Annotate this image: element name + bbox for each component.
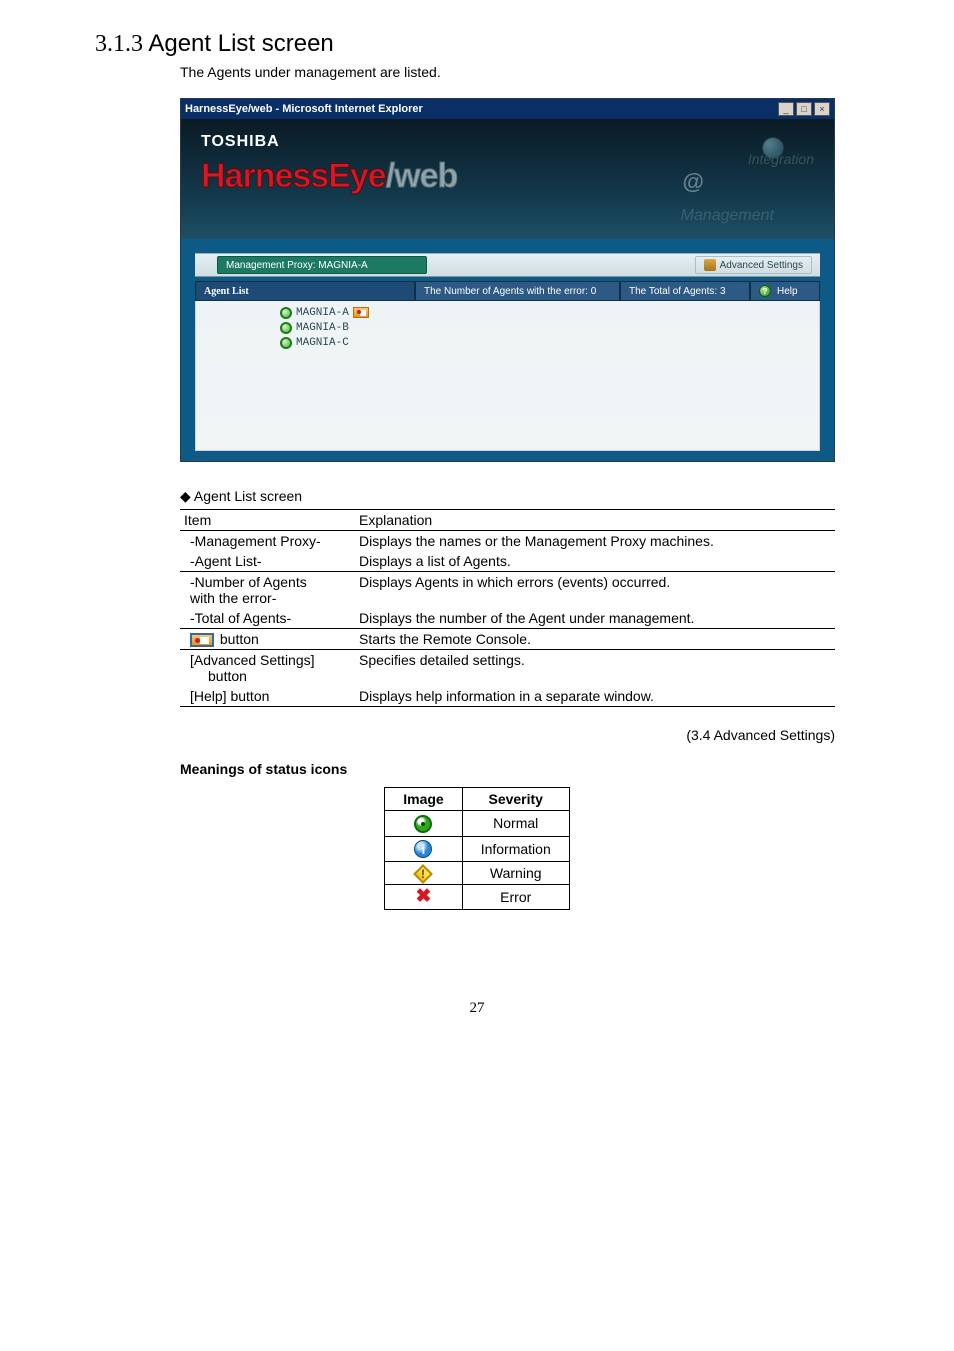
maximize-button[interactable]: □ <box>796 102 812 116</box>
severity-icon-cell <box>385 861 462 884</box>
page-number: 27 <box>95 1000 859 1017</box>
item-rc-button: button <box>180 629 355 650</box>
item-help-button: [Help] button <box>180 686 355 707</box>
severity-normal: Normal <box>462 811 569 836</box>
table-row: -Management Proxy- Displays the names or… <box>180 531 835 552</box>
agent-name: MAGNIA-B <box>296 322 349 334</box>
agent-list-title: Agent List <box>195 281 415 301</box>
status-icons-heading: Meanings of status icons <box>180 761 859 777</box>
table-row: Image Severity <box>385 788 570 811</box>
status-normal-icon <box>280 307 292 319</box>
product-logo-part2: /web <box>386 157 458 195</box>
exp-total-agents: Displays the number of the Agent under m… <box>355 608 835 629</box>
table-row: i Information <box>385 836 570 861</box>
table-row: button Starts the Remote Console. <box>180 629 835 650</box>
th-image: Image <box>385 788 462 811</box>
exp-agents-error: Displays Agents in which errors (events)… <box>355 572 835 609</box>
table-row: [Help] button Displays help information … <box>180 686 835 707</box>
hero-banner: TOSHIBA HarnessEye/web Integration @ Man… <box>181 119 834 239</box>
exp-rc-button: Starts the Remote Console. <box>355 629 835 650</box>
section-subtitle: The Agents under management are listed. <box>180 64 859 80</box>
agent-list-body: MAGNIA-A MAGNIA-B MAGNIA-C <box>195 301 820 451</box>
advanced-settings-label: Advanced Settings <box>720 260 803 271</box>
table-row: Warning <box>385 861 570 884</box>
table-row: ✖ Error <box>385 885 570 910</box>
minimize-button[interactable]: _ <box>778 102 794 116</box>
item-advanced-settings: [Advanced Settings]button <box>180 650 355 687</box>
section-heading: 3.1.3 Agent List screen <box>95 30 859 58</box>
th-item: Item <box>180 510 355 531</box>
th-severity: Severity <box>462 788 569 811</box>
table-row: Item Explanation <box>180 510 835 531</box>
section-number: 3.1.3 <box>95 31 143 57</box>
ie-body: TOSHIBA HarnessEye/web Integration @ Man… <box>181 119 834 451</box>
agent-error-count: The Number of Agents with the error: 0 <box>415 281 620 301</box>
agent-row[interactable]: MAGNIA-A <box>280 305 819 320</box>
status-error-icon: ✖ <box>414 888 432 906</box>
deco-text-1: Integration <box>748 151 814 167</box>
status-info-icon: i <box>414 840 432 858</box>
toolbar: Management Proxy: MAGNIA-A Advanced Sett… <box>195 253 820 277</box>
severity-table: Image Severity Normal i Information Warn… <box>384 787 570 910</box>
hero-decoration: Integration @ Management <box>574 129 824 229</box>
item-total-agents: -Total of Agents- <box>180 608 355 629</box>
table-row: [Advanced Settings]button Specifies deta… <box>180 650 835 687</box>
window-title: HarnessEye/web - Microsoft Internet Expl… <box>185 103 776 115</box>
table-row: -Number of Agentswith the error- Display… <box>180 572 835 609</box>
table-row: -Agent List- Displays a list of Agents. <box>180 551 835 572</box>
table-row: Normal <box>385 811 570 836</box>
table-row: -Total of Agents- Displays the number of… <box>180 608 835 629</box>
agent-name: MAGNIA-C <box>296 337 349 349</box>
help-button[interactable]: ? Help <box>750 281 820 301</box>
table-caption: ◆ Agent List screen <box>180 488 835 505</box>
help-icon: ? <box>759 285 771 297</box>
help-label: Help <box>777 286 798 297</box>
section-title: Agent List screen <box>148 30 333 57</box>
item-agents-error: -Number of Agentswith the error- <box>180 572 355 609</box>
item-agent-list: -Agent List- <box>180 551 355 572</box>
close-button[interactable]: × <box>814 102 830 116</box>
agent-total-count: The Total of Agents: 3 <box>620 281 750 301</box>
ie-titlebar: HarnessEye/web - Microsoft Internet Expl… <box>181 99 834 119</box>
management-proxy-label: Management Proxy: MAGNIA-A <box>217 256 427 274</box>
remote-console-icon[interactable] <box>353 307 369 318</box>
severity-icon-cell <box>385 811 462 836</box>
exp-help-button: Displays help information in a separate … <box>355 686 835 707</box>
deco-text-2: Management <box>681 207 774 225</box>
diamond-icon: ◆ <box>180 488 191 504</box>
explanation-table: Item Explanation -Management Proxy- Disp… <box>180 509 835 707</box>
severity-icon-cell: i <box>385 836 462 861</box>
status-normal-icon <box>414 815 432 833</box>
exp-agent-list: Displays a list of Agents. <box>355 551 835 572</box>
status-warning-icon <box>414 864 434 884</box>
severity-warning: Warning <box>462 861 569 884</box>
remote-console-icon <box>190 633 214 647</box>
item-management-proxy: -Management Proxy- <box>180 531 355 552</box>
exp-management-proxy: Displays the names or the Management Pro… <box>355 531 835 552</box>
advanced-settings-button[interactable]: Advanced Settings <box>695 256 812 274</box>
severity-icon-cell: ✖ <box>385 885 462 910</box>
screenshot-figure: HarnessEye/web - Microsoft Internet Expl… <box>180 98 835 707</box>
th-explanation: Explanation <box>355 510 835 531</box>
at-icon: @ <box>683 169 704 195</box>
ie-window: HarnessEye/web - Microsoft Internet Expl… <box>180 98 835 462</box>
product-logo-part1: HarnessEye <box>201 157 386 195</box>
severity-error: Error <box>462 885 569 910</box>
cross-reference: (3.4 Advanced Settings) <box>95 727 835 743</box>
table-caption-text: Agent List screen <box>194 488 302 504</box>
agent-row[interactable]: MAGNIA-B <box>280 320 819 335</box>
severity-info: Information <box>462 836 569 861</box>
status-normal-icon <box>280 322 292 334</box>
exp-advanced-settings: Specifies detailed settings. <box>355 650 835 687</box>
agent-list-header: Agent List The Number of Agents with the… <box>195 281 820 301</box>
tools-icon <box>704 259 716 271</box>
status-normal-icon <box>280 337 292 349</box>
agent-row[interactable]: MAGNIA-C <box>280 335 819 350</box>
agent-name: MAGNIA-A <box>296 307 349 319</box>
